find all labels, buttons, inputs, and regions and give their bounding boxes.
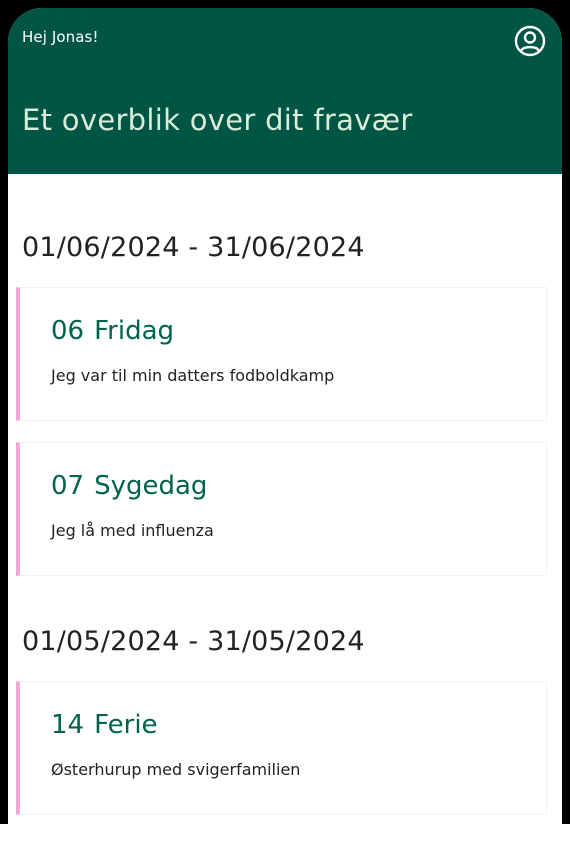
entry-description: Jeg lå med influenza — [51, 521, 214, 540]
period-heading: 01/05/2024 - 31/05/2024 — [22, 626, 365, 657]
greeting-text: Hej Jonas! — [22, 28, 99, 46]
entry-type: Sygedag — [94, 471, 208, 501]
page-title: Et overblik over dit fravær — [22, 103, 413, 137]
entry-description: Østerhurup med svigerfamilien — [51, 760, 301, 779]
user-circle-icon — [514, 25, 546, 57]
entry-title: 07 Sygedag — [51, 471, 207, 501]
entry-title: 06 Fridag — [51, 316, 174, 346]
absence-entry-card[interactable]: 07 Sygedag Jeg lå med influenza — [16, 442, 547, 576]
period-heading: 01/06/2024 - 31/06/2024 — [22, 232, 365, 263]
profile-button[interactable] — [512, 23, 548, 59]
entry-day: 14 — [51, 710, 85, 740]
entry-day: 07 — [51, 471, 85, 501]
app-screen: Hej Jonas! Et overblik over dit fravær 0… — [8, 8, 562, 848]
entry-day: 06 — [51, 316, 85, 346]
device-frame: Hej Jonas! Et overblik over dit fravær 0… — [0, 0, 570, 848]
app-header: Hej Jonas! Et overblik over dit fravær — [8, 8, 562, 174]
absence-entry-card[interactable]: 14 Ferie Østerhurup med svigerfamilien — [16, 681, 547, 815]
entry-title: 14 Ferie — [51, 710, 158, 740]
entry-type: Ferie — [94, 710, 158, 740]
absence-entry-card[interactable]: 06 Fridag Jeg var til min datters fodbold… — [16, 287, 547, 421]
entry-type: Fridag — [94, 316, 175, 346]
entry-description: Jeg var til min datters fodboldkamp — [51, 366, 335, 385]
